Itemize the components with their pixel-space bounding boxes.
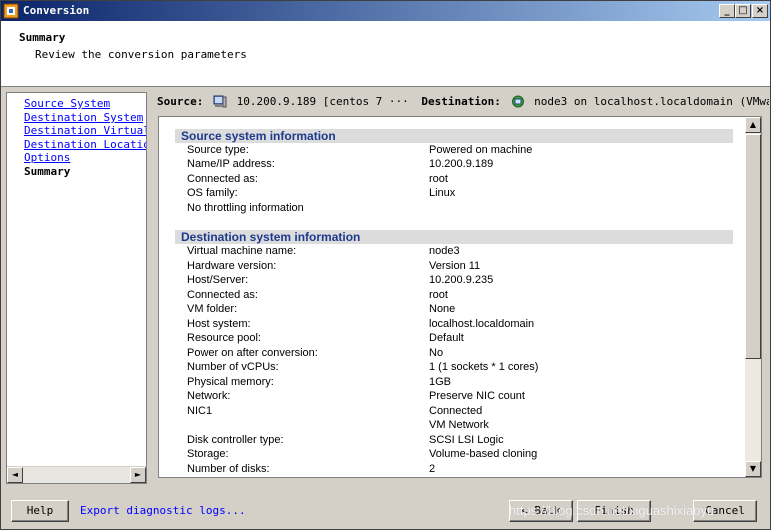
scroll-down-arrow-icon[interactable]: ▼ [745,461,761,477]
page-title: Summary [19,31,66,44]
table-row: Network: Preserve NIC count [187,390,525,402]
table-row: Number of disks: 2 [187,463,436,475]
nav-item-destination-virtual-machine[interactable]: Destination Virtual M [24,124,146,137]
table-row: Number of vCPUs: 1 (1 sockets * 1 cores) [187,361,539,373]
back-button[interactable]: < Back [509,500,573,522]
nav-item-destination-location[interactable]: Destination Location [24,138,146,151]
wizard-steps-nav: Source System Destination System Destina… [6,92,147,484]
maximize-button[interactable]: □ [735,4,751,18]
details-vertical-scrollbar[interactable]: ▲ ▼ [745,117,761,477]
scroll-right-arrow-icon[interactable]: ► [130,467,146,483]
scroll-left-arrow-icon[interactable]: ◄ [7,467,23,483]
server-icon [213,95,227,108]
table-row: Disk controller type: SCSI LSI Logic [187,434,504,446]
window-title: Conversion [23,4,90,17]
section-header-destination: Destination system information [175,230,733,244]
nav-item-summary: Summary [24,165,71,178]
table-row: VM folder: None [187,303,456,315]
table-row: Hardware version: Version 11 [187,260,481,272]
table-row: Resource pool: Default [187,332,464,344]
minimize-button[interactable]: _ [719,4,735,18]
summary-details-panel: Source system information Source type: Po… [158,116,762,478]
finish-button[interactable]: Finish [577,500,651,522]
section-header-source: Source system information [175,129,733,143]
nav-item-destination-system[interactable]: Destination System [24,111,143,124]
table-row: Connected as: root [187,173,448,185]
source-label: Source: [157,95,204,108]
table-row: Physical memory: 1GB [187,376,452,388]
table-row: Source type: Powered on machine [187,144,533,156]
help-button[interactable]: Help [11,500,69,522]
destination-value: node3 on localhost.localdomain (VMware E… [534,95,769,108]
table-row: Host/Server: 10.200.9.235 [187,274,494,286]
nav-item-options[interactable]: Options [24,151,70,164]
table-row: Virtual machine name: node3 [187,245,460,257]
export-diagnostic-logs-link[interactable]: Export diagnostic logs... [80,504,246,517]
nav-item-source-system[interactable]: Source System [24,97,110,110]
app-icon [3,3,19,19]
destination-label: Destination: [421,95,501,108]
scroll-up-arrow-icon[interactable]: ▲ [745,117,761,133]
table-row: NIC1 Connected [187,405,483,417]
nav-horizontal-scrollbar[interactable]: ◄ ► [7,466,146,483]
table-row: Host system: localhost.localdomain [187,318,535,330]
source-destination-bar: Source: 10.200.9.189 [centos 7 ··· Desti… [157,95,769,111]
close-button[interactable]: × [752,4,768,18]
table-row: Storage: Volume-based cloning [187,448,538,460]
page-subtitle: Review the conversion parameters [35,48,247,61]
table-row: No throttling information [187,202,304,214]
scrollbar-thumb[interactable] [745,134,761,359]
source-value: 10.200.9.189 [centos 7 ··· [236,95,409,108]
title-bar[interactable]: Conversion _ □ × [1,1,770,21]
table-row: Connected as: root [187,289,448,301]
vmware-host-icon [511,95,524,108]
table-row: VM Network [429,419,489,431]
table-row: Name/IP address: 10.200.9.189 [187,158,494,170]
cancel-button[interactable]: Cancel [693,500,757,522]
table-row: Power on after conversion: No [187,347,444,359]
conversion-window: Conversion _ □ × Summary Review the conv… [0,0,771,530]
table-row: OS family: Linux [187,187,456,199]
wizard-header: Summary Review the conversion parameters [1,21,770,87]
